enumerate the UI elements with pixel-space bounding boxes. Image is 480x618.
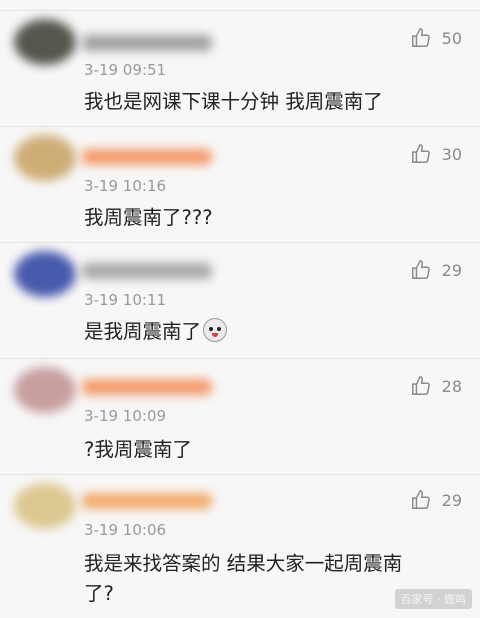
comment-text: 我周震南了??? [84, 206, 213, 229]
emoji-icon [203, 318, 228, 342]
like-count: 29 [441, 490, 462, 510]
username-blurred[interactable] [82, 263, 212, 279]
like-count: 28 [441, 376, 462, 396]
comment-item: 3-19 10:09 ?我周震南了 28 [0, 358, 480, 474]
username-blurred[interactable] [82, 493, 212, 509]
comment-item: 3-19 09:51 我也是网课下课十分钟 我周震南了 50 [0, 10, 480, 126]
comment-item: 3-19 10:11 是我周震南了 29 [0, 242, 480, 358]
comment-time: 3-19 10:16 [84, 177, 167, 195]
like-count: 29 [441, 260, 462, 280]
username-blurred[interactable] [82, 379, 212, 395]
comment-time: 3-19 10:06 [84, 521, 167, 539]
comment-text: 我也是网课下课十分钟 我周震南了 [84, 90, 383, 113]
comment-time: 3-19 10:11 [84, 291, 167, 309]
comment-item: 3-19 10:16 我周震南了??? 30 [0, 126, 480, 242]
like-button[interactable]: 30 [410, 143, 462, 165]
comment-time: 3-19 10:09 [84, 407, 167, 425]
like-count: 50 [441, 28, 462, 48]
avatar[interactable] [14, 135, 76, 181]
comment-time: 3-19 09:51 [84, 61, 167, 79]
comment-text-content: 是我周震南了 [84, 320, 202, 343]
thumbs-up-icon [411, 144, 430, 163]
avatar[interactable] [14, 367, 76, 413]
username-blurred[interactable] [82, 35, 212, 51]
watermark: 百家号 · 鹿鸣 [394, 589, 472, 609]
username-blurred[interactable] [82, 149, 212, 165]
like-button[interactable]: 50 [410, 27, 462, 49]
comment-text: 我是来找答案的 结果大家一起周震南了? [84, 552, 403, 605]
like-button[interactable]: 29 [410, 489, 462, 511]
avatar[interactable] [14, 251, 76, 297]
like-button[interactable]: 28 [410, 375, 462, 397]
comment-text: 是我周震南了 [84, 317, 424, 347]
avatar[interactable] [14, 483, 76, 529]
avatar[interactable] [14, 19, 76, 65]
comment-text: ?我周震南了 [84, 438, 192, 461]
like-button[interactable]: 29 [410, 259, 462, 281]
thumbs-up-icon [411, 28, 430, 47]
thumbs-up-icon [411, 490, 430, 509]
thumbs-up-icon [411, 260, 430, 279]
like-count: 30 [441, 144, 462, 164]
thumbs-up-icon [411, 376, 430, 395]
